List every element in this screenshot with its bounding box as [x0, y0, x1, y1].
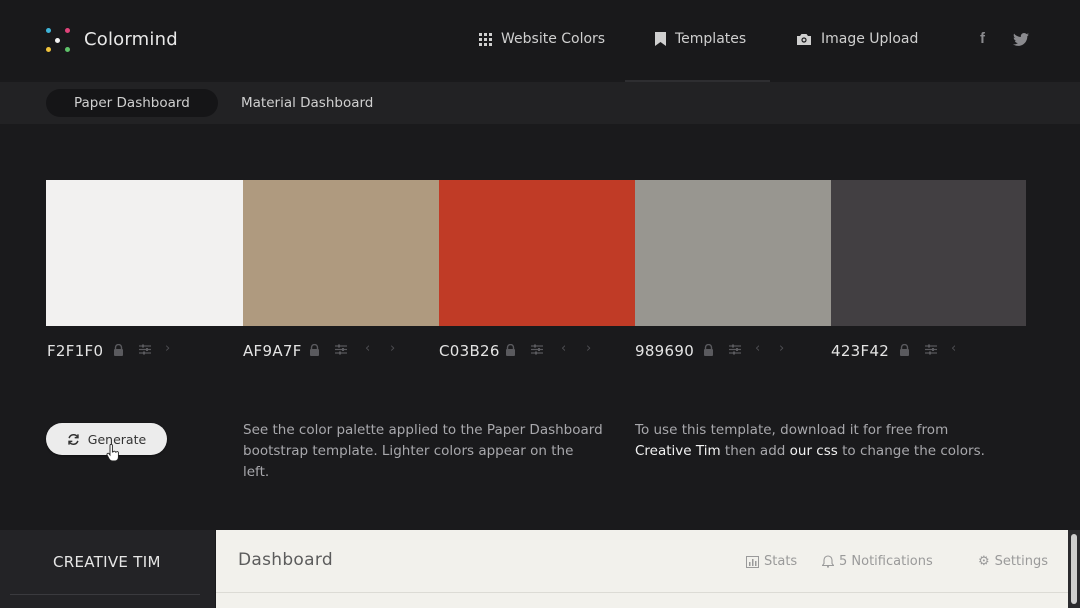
template-tabs: Paper Dashboard Material Dashboard: [0, 82, 1080, 124]
nav-website-colors[interactable]: Website Colors: [479, 31, 605, 47]
swatch-hex-5: 423F42: [831, 342, 890, 360]
lock-icon[interactable]: [113, 344, 125, 356]
swatch-5[interactable]: [831, 180, 1026, 326]
chevron-left-icon[interactable]: ‹: [365, 341, 370, 356]
gear-icon: ⚙: [978, 554, 990, 569]
preview-settings-label: Settings: [994, 554, 1048, 569]
nav-label: Website Colors: [501, 31, 606, 47]
bell-icon: [822, 555, 834, 568]
preview-settings[interactable]: ⚙ Settings: [978, 554, 1048, 569]
swatch-2[interactable]: [243, 180, 439, 326]
instructions-text: To use this template, download it for fr…: [635, 422, 949, 438]
swatch-hex-2: AF9A7F: [243, 342, 302, 360]
top-navbar: Colormind Website Colors Templates Image…: [0, 0, 1080, 80]
swatch-3[interactable]: [439, 180, 635, 326]
template-instructions: To use this template, download it for fr…: [635, 420, 1035, 462]
palette-description: See the color palette applied to the Pap…: [243, 422, 603, 480]
scrollbar[interactable]: [1068, 530, 1080, 608]
lock-icon[interactable]: [309, 344, 321, 356]
preview-sidebar: CREATIVE TIM: [0, 530, 215, 608]
creative-tim-link[interactable]: Creative Tim: [635, 443, 721, 459]
tab-material-dashboard[interactable]: Material Dashboard: [213, 89, 401, 117]
preview-sidebar-title: CREATIVE TIM: [53, 553, 161, 571]
adjust-icon[interactable]: [925, 344, 937, 356]
colormind-logo-icon[interactable]: [46, 28, 70, 52]
hand-cursor-icon: [106, 444, 119, 462]
chevron-left-icon[interactable]: ‹: [561, 341, 566, 356]
nav-label: Image Upload: [821, 31, 919, 47]
preview-stats[interactable]: Stats: [746, 554, 797, 569]
swatch-4[interactable]: [635, 180, 831, 326]
scrollbar-thumb[interactable]: [1071, 534, 1077, 604]
divider: [216, 592, 1068, 593]
preview-notifications-label: 5 Notifications: [839, 554, 933, 569]
chart-icon: [746, 555, 759, 568]
swatch-hex-4: 989690: [635, 342, 695, 360]
chevron-right-icon[interactable]: ›: [165, 341, 170, 356]
tab-paper-dashboard[interactable]: Paper Dashboard: [46, 89, 218, 117]
nav-image-upload[interactable]: Image Upload: [796, 31, 918, 47]
grid-icon: [479, 32, 492, 46]
bookmark-icon: [655, 32, 666, 46]
adjust-icon[interactable]: [531, 344, 543, 356]
nav-label: Templates: [675, 31, 747, 47]
preview-dashboard-title: Dashboard: [238, 550, 333, 570]
lock-icon[interactable]: [505, 344, 517, 356]
twitter-icon[interactable]: [1013, 32, 1029, 50]
chevron-right-icon[interactable]: ›: [779, 341, 784, 356]
camera-icon: [797, 34, 811, 45]
chevron-right-icon[interactable]: ›: [390, 341, 395, 356]
lock-icon[interactable]: [899, 344, 911, 356]
divider: [10, 594, 200, 595]
swatch-1[interactable]: [46, 180, 243, 326]
lock-icon[interactable]: [703, 344, 715, 356]
refresh-icon: [68, 433, 79, 445]
swatch-hex-3: C03B26: [439, 342, 500, 360]
chevron-left-icon[interactable]: ‹: [951, 341, 956, 356]
adjust-icon[interactable]: [729, 344, 741, 356]
chevron-right-icon[interactable]: ›: [586, 341, 591, 356]
our-css-link[interactable]: our css: [790, 443, 838, 459]
swatch-hex-1: F2F1F0: [47, 342, 104, 360]
preview-notifications[interactable]: 5 Notifications: [822, 554, 933, 569]
instructions-text: then add: [724, 443, 786, 459]
nav-templates[interactable]: Templates: [655, 31, 746, 47]
preview-stats-label: Stats: [764, 554, 798, 569]
instructions-text: to change the colors.: [842, 443, 985, 459]
adjust-icon[interactable]: [335, 344, 347, 356]
chevron-left-icon[interactable]: ‹: [755, 341, 760, 356]
facebook-icon[interactable]: f: [980, 30, 985, 47]
adjust-icon[interactable]: [139, 344, 151, 356]
preview-dashboard: Dashboard Stats 5 Notifications ⚙ Settin…: [216, 530, 1068, 608]
brand-name[interactable]: Colormind: [84, 29, 178, 50]
